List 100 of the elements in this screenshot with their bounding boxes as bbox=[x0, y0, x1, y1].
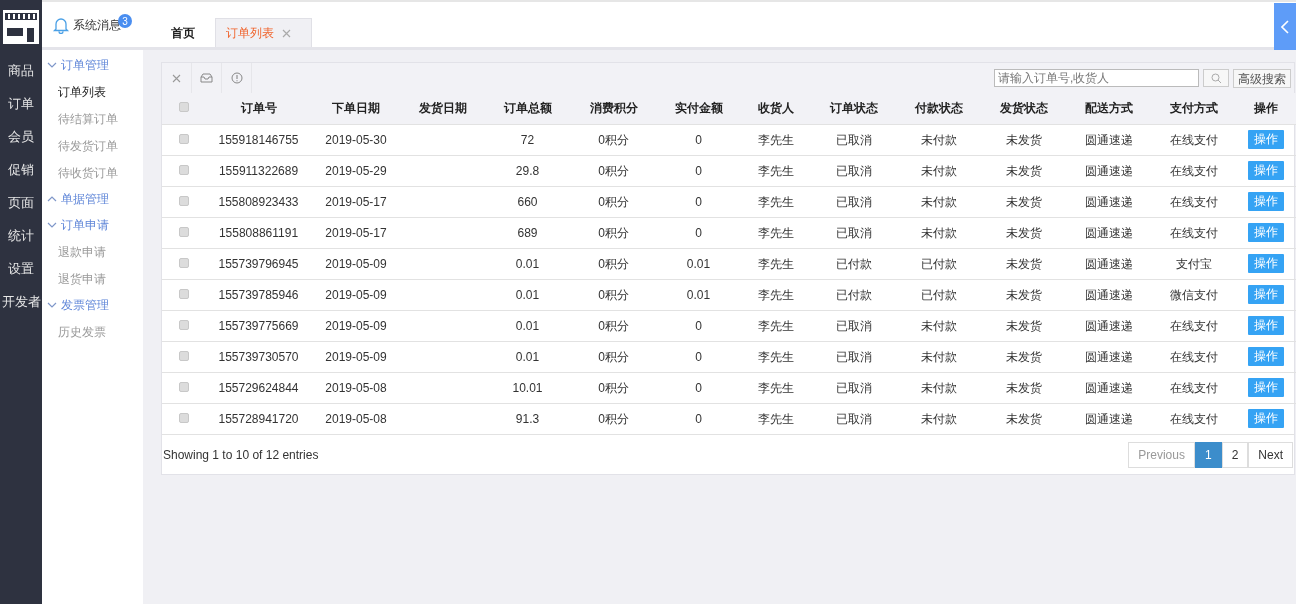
table-cell: 未付款 bbox=[920, 194, 957, 209]
checkbox[interactable] bbox=[179, 102, 189, 113]
action-button[interactable]: 操作 bbox=[1248, 347, 1284, 366]
checkbox[interactable] bbox=[179, 288, 189, 299]
action-button[interactable]: 操作 bbox=[1248, 285, 1284, 304]
pagination-button[interactable]: 2 bbox=[1221, 441, 1249, 468]
bell-icon[interactable] bbox=[52, 15, 70, 34]
table-cell: 0 bbox=[695, 318, 702, 333]
menu-item[interactable]: 退货申请 bbox=[42, 265, 143, 292]
pagination-button[interactable]: 1 bbox=[1194, 441, 1222, 468]
menu-group[interactable]: 订单申请 bbox=[42, 212, 143, 238]
inbox-icon bbox=[200, 73, 213, 83]
menu-item[interactable]: 历史发票 bbox=[42, 318, 143, 345]
table-cell: 155729624844 bbox=[218, 380, 299, 395]
table-cell: 0.01 bbox=[515, 287, 540, 302]
table-cell: 已付款 bbox=[835, 256, 872, 271]
menu-item[interactable]: 待结算订单 bbox=[42, 105, 143, 132]
nav-item[interactable]: 设置 bbox=[0, 252, 42, 285]
action-button[interactable]: 操作 bbox=[1248, 378, 1284, 397]
column-header: 收货人 bbox=[758, 101, 794, 116]
table-cell: 圆通速递 bbox=[1084, 380, 1133, 395]
action-button[interactable]: 操作 bbox=[1248, 161, 1284, 180]
table-cell: 155739796945 bbox=[218, 256, 299, 271]
table-cell: 已取消 bbox=[835, 194, 872, 209]
advanced-search-button[interactable]: 高级搜索 bbox=[1233, 68, 1291, 88]
table-cell: 155918146755 bbox=[218, 132, 299, 147]
table-cell: 未发货 bbox=[1005, 287, 1042, 302]
table-cell: 已取消 bbox=[835, 380, 872, 395]
table-cell: 圆通速递 bbox=[1084, 318, 1133, 333]
menu-item[interactable]: 待发货订单 bbox=[42, 132, 143, 159]
table-cell: 660 bbox=[517, 194, 538, 209]
table-cell: 未发货 bbox=[1005, 318, 1042, 333]
table-cell: 未付款 bbox=[920, 380, 957, 395]
table-cell: 0积分 bbox=[598, 225, 629, 240]
menu-item[interactable]: 订单列表 bbox=[42, 78, 143, 105]
checkbox[interactable] bbox=[179, 133, 189, 144]
table-cell: 155911322689 bbox=[218, 163, 299, 178]
menu-group[interactable]: 单据管理 bbox=[42, 186, 143, 212]
menu-group-label[interactable]: 订单申请 bbox=[61, 216, 109, 234]
nav-item[interactable]: 统计 bbox=[0, 219, 42, 252]
table-cell: 已付款 bbox=[835, 287, 872, 302]
table-cell: 李先生 bbox=[758, 132, 794, 147]
checkbox[interactable] bbox=[179, 319, 189, 330]
table-cell: 72 bbox=[520, 132, 535, 147]
action-button[interactable]: 操作 bbox=[1248, 254, 1284, 273]
table-cell: 未付款 bbox=[920, 225, 957, 240]
table-cell: 未付款 bbox=[920, 411, 957, 426]
table-cell: 未发货 bbox=[1005, 225, 1042, 240]
nav-item[interactable]: 会员 bbox=[0, 120, 42, 153]
action-button[interactable]: 操作 bbox=[1248, 316, 1284, 335]
checkbox[interactable] bbox=[179, 381, 189, 392]
menu-item[interactable]: 待收货订单 bbox=[42, 159, 143, 186]
table-cell: 0.01 bbox=[686, 287, 711, 302]
menu-group[interactable]: 订单管理 bbox=[42, 52, 143, 78]
column-header: 下单日期 bbox=[332, 101, 380, 116]
nav-item[interactable]: 促销 bbox=[0, 153, 42, 186]
table-cell: 未发货 bbox=[1005, 380, 1042, 395]
nav-item[interactable]: 页面 bbox=[0, 186, 42, 219]
checkbox[interactable] bbox=[179, 412, 189, 423]
checkbox[interactable] bbox=[179, 257, 189, 268]
table-cell: 圆通速递 bbox=[1084, 163, 1133, 178]
nav-item[interactable]: 开发者 bbox=[0, 285, 42, 318]
table-cell: 未付款 bbox=[920, 163, 957, 178]
table-cell: 圆通速递 bbox=[1084, 194, 1133, 209]
checkbox[interactable] bbox=[179, 195, 189, 206]
action-button[interactable]: 操作 bbox=[1248, 192, 1284, 211]
action-button[interactable]: 操作 bbox=[1248, 409, 1284, 429]
menu-item[interactable]: 退款申请 bbox=[42, 238, 143, 265]
nav-item[interactable]: 商品 bbox=[0, 54, 42, 87]
checkbox[interactable] bbox=[179, 164, 189, 175]
table-cell: 未付款 bbox=[920, 132, 957, 147]
table-cell: 2019-05-08 bbox=[325, 380, 387, 395]
store-logo-icon bbox=[3, 10, 39, 44]
search-field[interactable]: 请输入订单号,收货人 bbox=[994, 69, 1199, 87]
collapse-button[interactable] bbox=[1274, 3, 1296, 50]
table-cell: 10.01 bbox=[512, 380, 543, 395]
menu-group-label[interactable]: 订单管理 bbox=[61, 56, 109, 74]
search-button[interactable] bbox=[1203, 69, 1229, 87]
close-icon[interactable] bbox=[282, 28, 291, 38]
table-cell: 李先生 bbox=[758, 194, 794, 209]
table-cell: 已取消 bbox=[835, 132, 872, 147]
table-cell: 0 bbox=[695, 349, 702, 364]
menu-group-label[interactable]: 发票管理 bbox=[61, 296, 109, 314]
nav-item[interactable]: 订单 bbox=[0, 87, 42, 120]
table-cell: 未付款 bbox=[920, 318, 957, 333]
table-cell: 李先生 bbox=[758, 256, 794, 271]
menu-group[interactable]: 发票管理 bbox=[42, 292, 143, 318]
tab[interactable]: 首页 bbox=[151, 18, 215, 47]
notifications-label[interactable]: 系统消息 bbox=[73, 15, 121, 34]
menu-group-label[interactable]: 单据管理 bbox=[61, 190, 109, 208]
action-button[interactable]: 操作 bbox=[1248, 130, 1284, 149]
tab[interactable]: 订单列表 bbox=[215, 18, 312, 47]
pagination-button[interactable]: Next bbox=[1248, 441, 1293, 468]
table-cell: 0 bbox=[695, 380, 702, 395]
close-icon bbox=[172, 73, 181, 83]
checkbox[interactable] bbox=[179, 350, 189, 361]
action-button[interactable]: 操作 bbox=[1248, 223, 1284, 242]
checkbox[interactable] bbox=[179, 226, 189, 237]
table-cell: 已取消 bbox=[835, 225, 872, 240]
table-cell: 0.01 bbox=[515, 349, 540, 364]
